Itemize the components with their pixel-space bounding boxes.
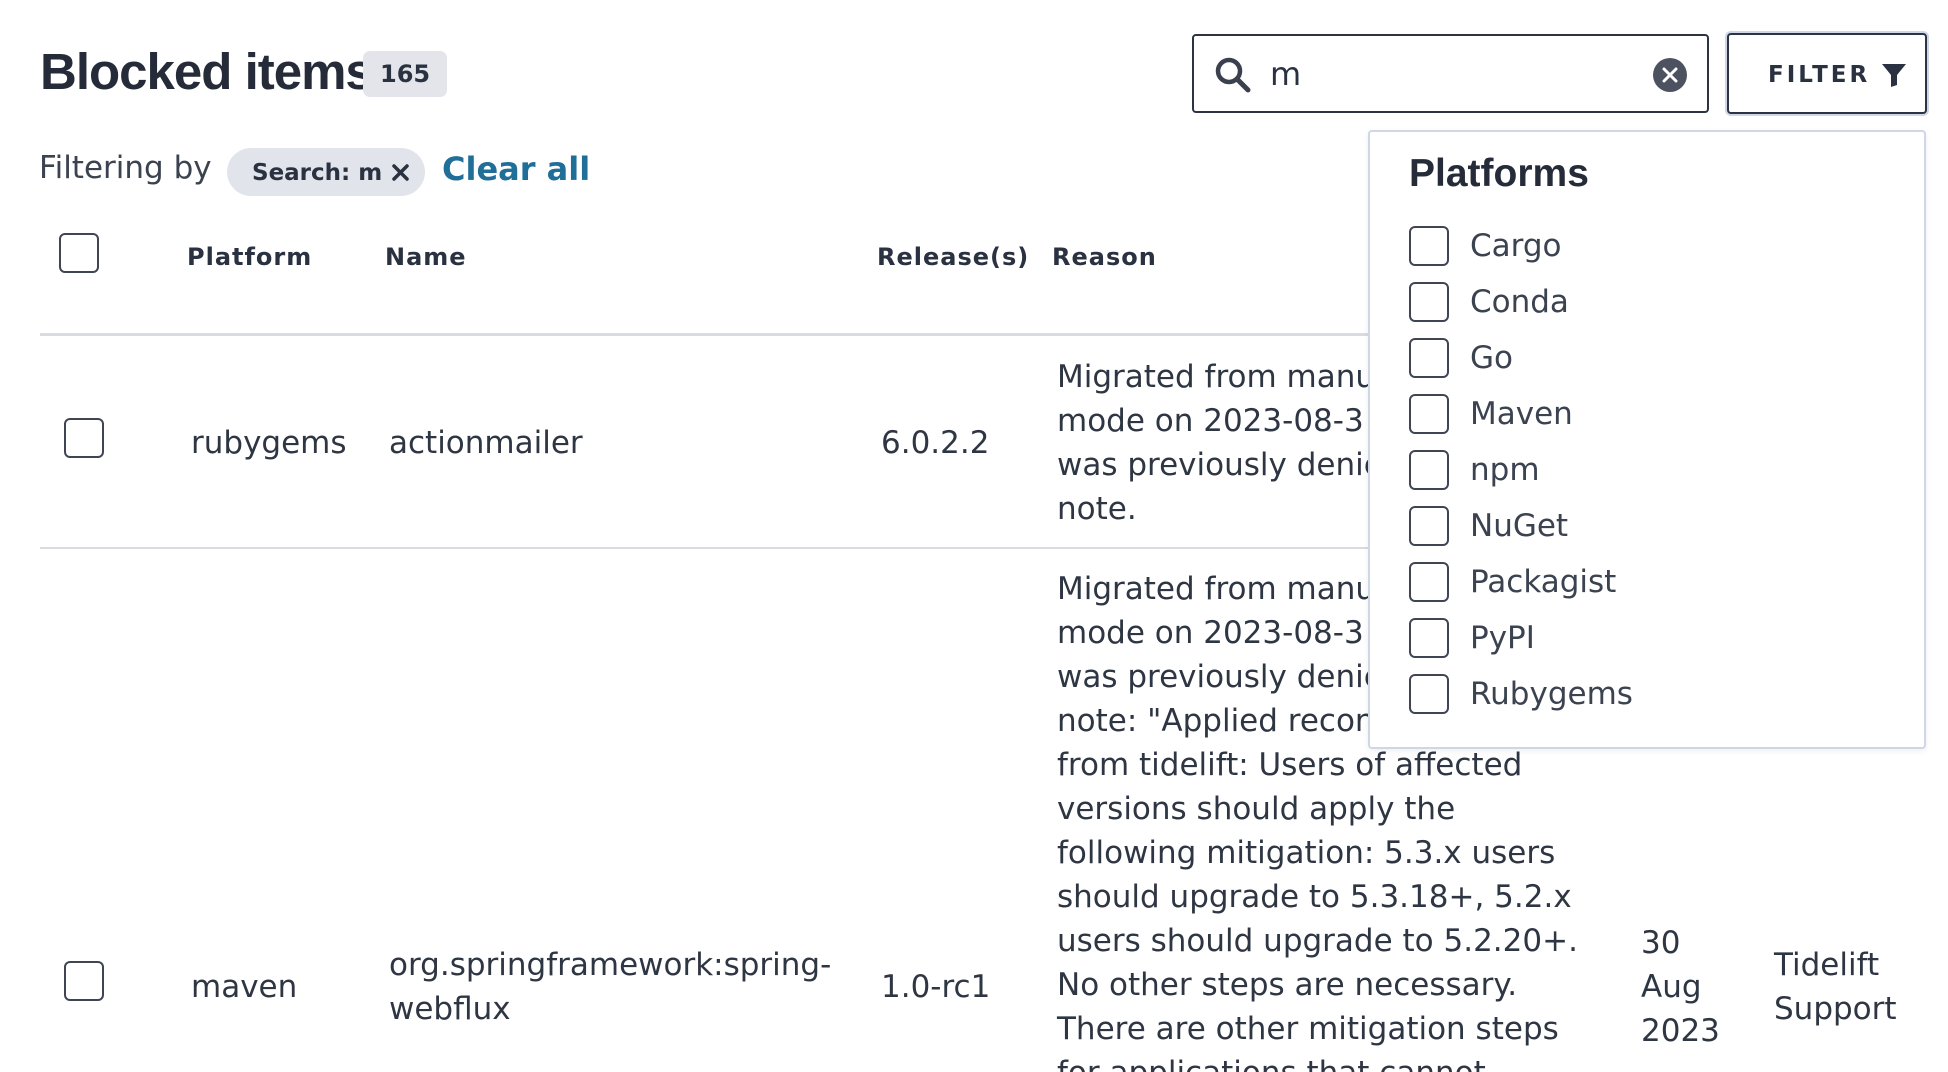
row-checkbox[interactable] — [64, 418, 104, 458]
row-divider — [40, 547, 1580, 549]
row-release: 1.0-rc1 — [881, 969, 991, 1005]
platform-option-label: Packagist — [1470, 564, 1617, 600]
reason-line: for applications that cannot — [1057, 1051, 1577, 1072]
row-name: actionmailer — [389, 425, 583, 461]
platform-option-label: Conda — [1470, 284, 1569, 320]
reason-line: users should upgrade to 5.2.20+. — [1057, 923, 1578, 959]
platform-checkbox[interactable] — [1409, 394, 1449, 434]
platform-option-cargo[interactable]: Cargo — [1409, 226, 1829, 268]
search-box[interactable] — [1192, 34, 1709, 113]
dropdown-title: Platforms — [1409, 152, 1589, 195]
platform-option-rubygems[interactable]: Rubygems — [1409, 674, 1829, 716]
close-icon[interactable] — [392, 164, 409, 185]
filter-chip-label: Search: m — [252, 160, 383, 186]
reason-line: following mitigation: 5.3.x users — [1057, 835, 1556, 871]
platform-option-label: Rubygems — [1470, 676, 1633, 712]
platforms-dropdown: Platforms Cargo Conda Go Maven npm NuGet… — [1368, 130, 1926, 749]
platform-option-label: Go — [1470, 340, 1513, 376]
platform-option-label: npm — [1470, 452, 1540, 488]
platform-option-nuget[interactable]: NuGet — [1409, 506, 1829, 548]
clear-search-icon[interactable] — [1653, 58, 1687, 92]
platform-option-label: Maven — [1470, 396, 1573, 432]
platform-option-conda[interactable]: Conda — [1409, 282, 1829, 324]
row-date: 30 Aug 2023 — [1641, 921, 1721, 1053]
name-line: webflux — [389, 991, 511, 1027]
row-platform: rubygems — [191, 425, 347, 461]
row-source: Tidelift Support — [1774, 943, 1924, 1031]
row-platform: maven — [191, 969, 298, 1005]
date-line: 2023 — [1641, 1013, 1720, 1049]
filter-button-label: FILTER — [1768, 62, 1871, 88]
platform-option-maven[interactable]: Maven — [1409, 394, 1829, 436]
column-header-platform[interactable]: Platform — [187, 243, 312, 271]
reason-line: There are other mitigation steps — [1057, 1011, 1559, 1047]
reason-line: No other steps are necessary. — [1057, 967, 1518, 1003]
filter-chip-search: Search: m — [227, 148, 425, 196]
search-icon — [1214, 56, 1252, 94]
search-input[interactable] — [1270, 50, 1630, 98]
column-header-reason[interactable]: Reason — [1052, 243, 1157, 271]
reason-line: should upgrade to 5.3.18+, 5.2.x — [1057, 879, 1572, 915]
platform-option-label: PyPI — [1470, 620, 1535, 656]
platform-option-npm[interactable]: npm — [1409, 450, 1829, 492]
row-checkbox[interactable] — [64, 961, 104, 1001]
platform-checkbox[interactable] — [1409, 562, 1449, 602]
source-line: Tidelift — [1774, 947, 1880, 983]
column-header-name[interactable]: Name — [385, 243, 467, 271]
filter-button[interactable]: FILTER — [1727, 33, 1927, 114]
filtering-by-label: Filtering by — [39, 150, 212, 186]
page-title: Blocked items — [40, 43, 374, 100]
funnel-icon — [1881, 62, 1907, 92]
row-name: org.springframework:spring- webflux — [389, 943, 849, 1031]
platform-option-packagist[interactable]: Packagist — [1409, 562, 1829, 604]
date-line: Aug — [1641, 969, 1702, 1005]
name-line: org.springframework:spring- — [389, 947, 832, 983]
platform-checkbox[interactable] — [1409, 338, 1449, 378]
platform-checkbox[interactable] — [1409, 226, 1449, 266]
platform-option-pypi[interactable]: PyPI — [1409, 618, 1829, 660]
select-all-checkbox[interactable] — [59, 233, 99, 273]
clear-all-link[interactable]: Clear all — [442, 150, 590, 188]
source-line: Support — [1774, 991, 1897, 1027]
table-header-divider — [40, 333, 1580, 336]
platform-option-go[interactable]: Go — [1409, 338, 1829, 380]
platform-option-label: Cargo — [1470, 228, 1562, 264]
platform-checkbox[interactable] — [1409, 618, 1449, 658]
reason-line: from tidelift: Users of affected — [1057, 747, 1523, 783]
date-line: 30 — [1641, 925, 1681, 961]
count-badge: 165 — [363, 51, 448, 97]
column-header-releases[interactable]: Release(s) — [877, 243, 1029, 271]
platform-checkbox[interactable] — [1409, 450, 1449, 490]
platform-option-label: NuGet — [1470, 508, 1569, 544]
platform-checkbox[interactable] — [1409, 674, 1449, 714]
reason-line: versions should apply the — [1057, 791, 1456, 827]
platform-checkbox[interactable] — [1409, 506, 1449, 546]
platform-checkbox[interactable] — [1409, 282, 1449, 322]
row-release: 6.0.2.2 — [881, 425, 990, 461]
